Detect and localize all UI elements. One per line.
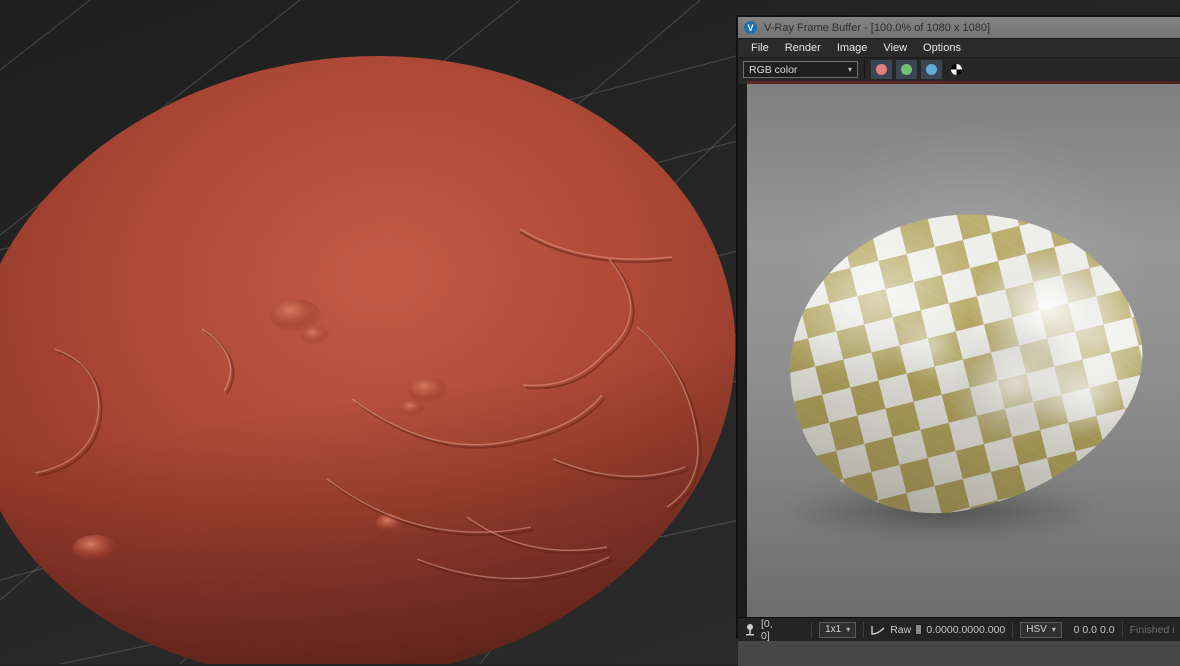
- vfb-window-title: V-Ray Frame Buffer - [100.0% of 1080 x 1…: [764, 22, 990, 34]
- vfb-footer-strip: [738, 641, 1180, 666]
- render-egg-shading: [759, 176, 1171, 544]
- blue-channel-icon: [926, 64, 937, 75]
- green-channel-button[interactable]: [896, 60, 917, 79]
- pixel-coords: [0, 0]: [761, 618, 773, 642]
- color-space-value: HSV: [1026, 624, 1047, 635]
- rendered-image[interactable]: [747, 84, 1180, 617]
- menu-image[interactable]: Image: [830, 41, 875, 55]
- chevron-down-icon: ▾: [1052, 626, 1056, 634]
- green-channel-icon: [901, 64, 912, 75]
- menu-render[interactable]: Render: [778, 41, 828, 55]
- raw-value-b: 0.000: [979, 624, 1005, 636]
- color-curve-icon[interactable]: [871, 624, 885, 636]
- hsv-value-s: 0.0: [1079, 624, 1097, 636]
- menu-options[interactable]: Options: [916, 41, 968, 55]
- monochrome-channel-button[interactable]: [946, 60, 967, 79]
- raw-label: Raw: [890, 624, 911, 636]
- render-egg-checkered: [759, 176, 1171, 544]
- zoom-value: 1x1: [825, 624, 841, 635]
- color-space-dropdown[interactable]: HSV ▾: [1020, 622, 1062, 638]
- channel-select-value: RGB color: [749, 64, 797, 76]
- sampled-color-swatch: [915, 624, 922, 635]
- raw-value-r: 0.000: [926, 624, 952, 636]
- zoom-dropdown[interactable]: 1x1 ▾: [819, 622, 856, 638]
- menu-file[interactable]: File: [744, 41, 776, 55]
- hsv-value-v: 0.0: [1097, 624, 1115, 636]
- statusbar-separator: [863, 622, 864, 638]
- vfb-toolbar: RGB color ▾: [738, 58, 1180, 81]
- vfb-menubar: File Render Image View Options: [738, 39, 1180, 58]
- toolbar-separator: [864, 60, 865, 79]
- blue-channel-button[interactable]: [921, 60, 942, 79]
- vfb-statusbar: [0, 0] 1x1 ▾ Raw 0.000 0.000 0.000 HSV ▾…: [738, 617, 1180, 641]
- red-channel-icon: [876, 64, 887, 75]
- red-channel-button[interactable]: [871, 60, 892, 79]
- red-egg-model[interactable]: [0, 2, 781, 664]
- vray-frame-buffer-window: V V-Ray Frame Buffer - [100.0% of 1080 x…: [736, 15, 1180, 639]
- chevron-down-icon: ▾: [848, 66, 852, 74]
- hsv-value-h: 0: [1062, 624, 1080, 636]
- render-status-text: Finished in [00:00:: [1130, 624, 1174, 636]
- statusbar-separator: [1012, 622, 1013, 638]
- vray-logo-icon: V: [744, 21, 757, 34]
- monochrome-channel-icon: [951, 64, 962, 75]
- render-frame: [738, 84, 1180, 617]
- pixel-probe-pin-icon[interactable]: [744, 623, 756, 636]
- statusbar-separator: [811, 622, 812, 638]
- menu-view[interactable]: View: [876, 41, 914, 55]
- chevron-down-icon: ▾: [846, 626, 850, 634]
- channel-select-dropdown[interactable]: RGB color ▾: [743, 61, 858, 78]
- statusbar-separator: [1122, 622, 1123, 638]
- vfb-titlebar[interactable]: V V-Ray Frame Buffer - [100.0% of 1080 x…: [738, 17, 1180, 39]
- raw-value-g: 0.000: [953, 624, 979, 636]
